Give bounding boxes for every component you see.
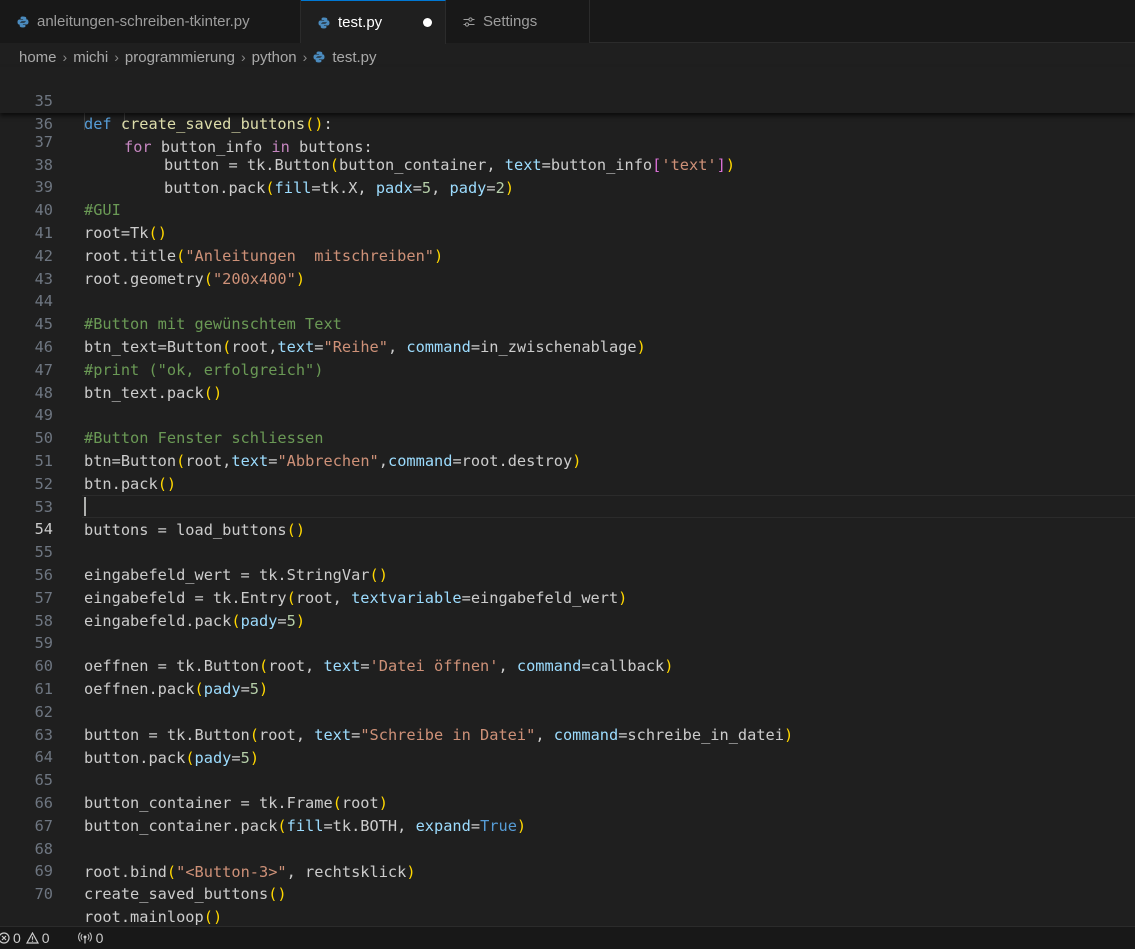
ports-count: 0 [95, 930, 104, 946]
unsaved-dot-icon[interactable] [423, 18, 432, 27]
code-line: 48 [0, 359, 1135, 402]
breadcrumb-item[interactable]: python [252, 49, 297, 66]
code-line: 51 btn.pack() [0, 427, 1135, 493]
code-line: 70 root.mainloop() [0, 860, 1135, 925]
tab-label: Settings [483, 13, 538, 30]
editor-tab-bar: anleitungen-schreiben-tkinter.py test.py… [0, 0, 1135, 44]
code-line: 57 eingabefeld.pack(pady=5) [0, 564, 1135, 630]
code-line: 67 [0, 792, 1135, 835]
tab-test-py[interactable]: test.py [301, 0, 446, 44]
code-line: 66 button_container.pack(fill=tk.BOTH, e… [0, 769, 1135, 835]
breadcrumb-item[interactable]: programmierung [125, 49, 235, 66]
code-line: 52 [0, 450, 1135, 493]
error-count: 0 [13, 930, 21, 946]
code-line: 47 btn_text.pack() [0, 336, 1135, 402]
problems-indicator[interactable]: 0 0 [0, 930, 50, 946]
chevron-right-icon: › [240, 49, 246, 65]
code-line: 55 eingabefeld_wert = tk.StringVar() [0, 518, 1135, 584]
code-line: 63 button.pack(pady=5) [0, 701, 1135, 767]
code-editor[interactable]: 37 button = tk.Button(button_container, … [0, 67, 1135, 925]
code-line: 61 [0, 655, 1135, 698]
code-line: 58 [0, 587, 1135, 630]
code-line: 46 #print ("ok, erfolgreich") [0, 313, 1135, 379]
python-file-icon [313, 51, 325, 63]
code-line: 59 oeffnen = tk.Button(root, text='Datei… [0, 609, 1135, 675]
python-file-icon [17, 16, 29, 27]
code-line: 41 root.title("Anleitungen mitschreiben"… [0, 199, 1135, 265]
chevron-right-icon: › [62, 49, 68, 65]
code-line: 56 eingabefeld = tk.Entry(root, textvari… [0, 541, 1135, 607]
tab-label: anleitungen-schreiben-tkinter.py [37, 13, 250, 30]
warning-count: 0 [41, 930, 50, 946]
line-number: 36 [34, 115, 53, 133]
chevron-right-icon: › [302, 49, 308, 65]
warning-icon [25, 932, 39, 944]
breadcrumb-item[interactable]: test.py [332, 49, 376, 66]
line-number: 70 [34, 885, 53, 903]
broadcast-icon [77, 932, 92, 944]
tab-anleitungen[interactable]: anleitungen-schreiben-tkinter.py [0, 0, 301, 43]
code-line: 69 create_saved_buttons() [0, 837, 1135, 903]
code-line: 40 root=Tk() [0, 176, 1135, 242]
code-line: 53 buttons = load_buttons() [0, 473, 1135, 539]
code-line: 62 button = tk.Button(root, text="Schrei… [0, 678, 1135, 744]
breadcrumb-item[interactable]: michi [73, 49, 108, 66]
ports-indicator[interactable]: 0 [77, 930, 104, 946]
status-bar: 0 0 0 [0, 926, 1135, 949]
code-line-current: 54 [0, 495, 1135, 538]
settings-sliders-icon [463, 16, 475, 27]
code-line: 50 btn=Button(root,text="Abbrechen",comm… [0, 404, 1135, 470]
error-icon [0, 932, 10, 944]
sticky-scroll-header[interactable]: 35 def create_saved_buttons(): 36 for bu… [0, 67, 1135, 156]
code-line: 60 oeffnen.pack(pady=5) [0, 632, 1135, 698]
code-line: 49 #Button Fenster schliessen [0, 381, 1135, 447]
code-line: 68 root.bind("<Button-3>", rechtsklick) [0, 815, 1135, 881]
code-line: 64 [0, 723, 1135, 766]
sticky-line[interactable]: 36 for button_info in buttons: [0, 90, 1135, 156]
code-line: 42 root.geometry("200x400") [0, 222, 1135, 288]
python-file-icon [318, 17, 330, 28]
tab-settings[interactable]: Settings [446, 0, 590, 43]
tab-label: test.py [338, 14, 383, 31]
breadcrumb-item[interactable]: home [19, 49, 57, 66]
code-line: 45 btn_text=Button(root,text="Reihe", co… [0, 290, 1135, 356]
code-line: 43 [0, 245, 1135, 288]
text-cursor [84, 497, 86, 516]
code-line: 44 #Button mit gewünschtem Text [0, 267, 1135, 333]
chevron-right-icon: › [114, 49, 119, 65]
code-line: 65 button_container = tk.Frame(root) [0, 746, 1135, 812]
sticky-line[interactable]: 35 def create_saved_buttons(): [0, 67, 1135, 133]
